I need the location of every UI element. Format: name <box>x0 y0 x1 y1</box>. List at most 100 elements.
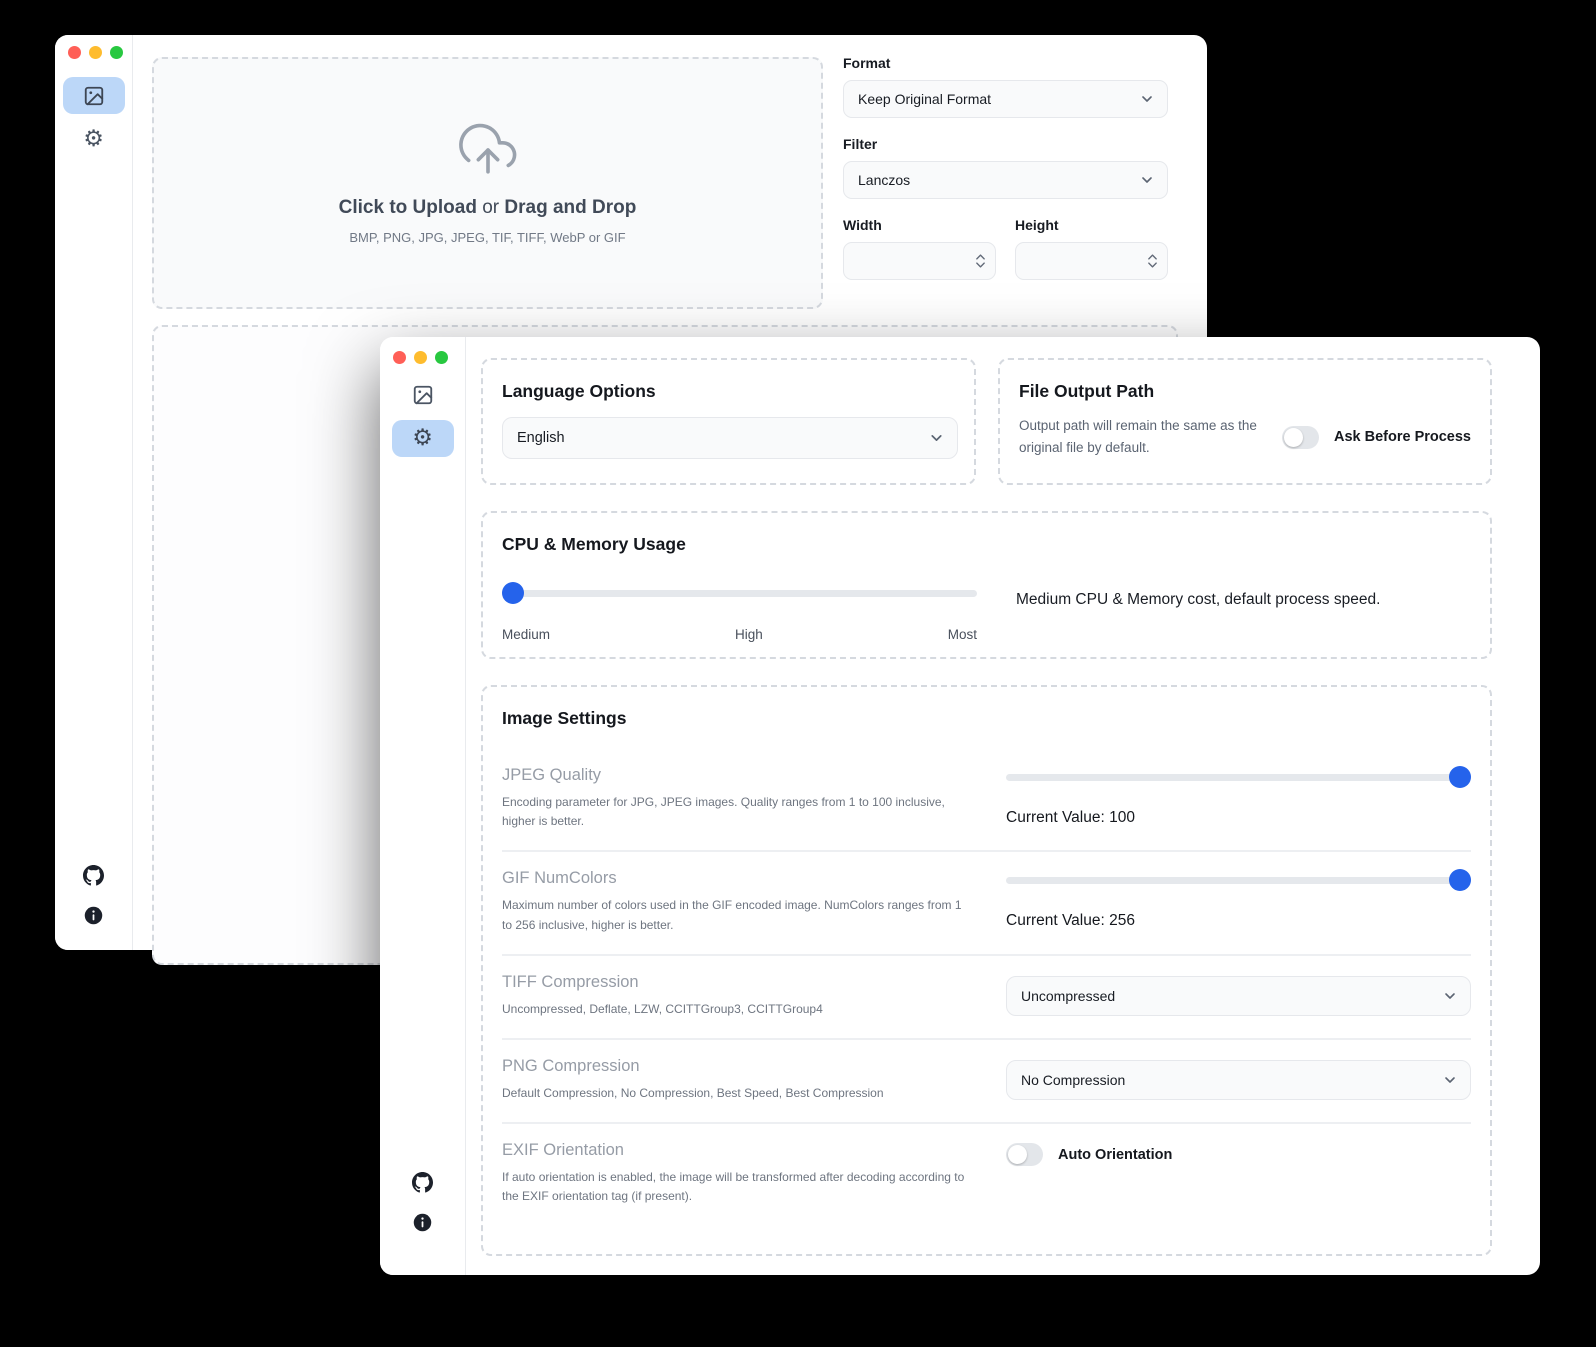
github-icon[interactable] <box>412 1172 433 1193</box>
slider-rail[interactable] <box>1006 877 1471 884</box>
close-button[interactable] <box>68 46 81 59</box>
picture-icon <box>83 85 105 107</box>
cloud-upload-icon <box>459 121 517 179</box>
upload-title-drag: Drag and Drop <box>504 197 636 218</box>
language-select-value: English <box>517 430 565 446</box>
sidebar-item-settings[interactable]: ⚙ <box>392 420 454 457</box>
chevron-down-icon <box>1442 988 1458 1004</box>
filter-select-value: Lanczos <box>858 172 910 188</box>
slider-thumb[interactable] <box>1449 869 1471 891</box>
sidebar: ⚙ <box>55 35 133 950</box>
auto-orientation-toggle[interactable] <box>1006 1143 1043 1166</box>
image-settings-title: Image Settings <box>502 708 1471 729</box>
sidebar-footer <box>412 1172 433 1233</box>
minimize-button[interactable] <box>414 351 427 364</box>
zoom-button[interactable] <box>435 351 448 364</box>
file-output-path-title: File Output Path <box>1019 381 1471 402</box>
tick-label-high: High <box>735 627 763 642</box>
close-button[interactable] <box>393 351 406 364</box>
image-settings-panel: Image Settings JPEG Quality Encoding par… <box>481 685 1492 1256</box>
chevron-down-icon <box>1139 91 1155 107</box>
tiff-compression-value: Uncompressed <box>1021 988 1115 1004</box>
gif-numcolors-current-value: Current Value: 256 <box>1006 912 1471 930</box>
tick-label-medium: Medium <box>502 627 550 642</box>
gif-numcolors-title: GIF NumColors <box>502 869 974 888</box>
ask-before-process-label: Ask Before Process <box>1334 429 1471 445</box>
language-options-title: Language Options <box>502 381 955 402</box>
gear-icon: ⚙ <box>412 427 433 450</box>
gif-numcolors-slider[interactable] <box>1006 869 1471 891</box>
jpeg-quality-current-value: Current Value: 100 <box>1006 809 1471 827</box>
cpu-memory-panel: CPU & Memory Usage Medium High Most Medi… <box>481 511 1492 659</box>
filter-select[interactable]: Lanczos <box>843 161 1168 199</box>
height-input[interactable] <box>1015 242 1168 280</box>
format-select-value: Keep Original Format <box>858 91 991 107</box>
sidebar-item-images[interactable] <box>63 77 125 114</box>
width-label: Width <box>843 217 996 233</box>
output-options-form: Format Keep Original Format Filter Lancz… <box>843 55 1168 280</box>
minimize-button[interactable] <box>89 46 102 59</box>
stepper-icon[interactable] <box>975 254 986 269</box>
info-icon[interactable] <box>83 905 104 926</box>
upload-title-or: or <box>477 197 504 218</box>
height-label: Height <box>1015 217 1168 233</box>
language-select[interactable]: English <box>502 417 958 459</box>
exif-orientation-row: EXIF Orientation If auto orientation is … <box>502 1122 1471 1225</box>
upload-supported-formats: BMP, PNG, JPG, JPEG, TIF, TIFF, WebP or … <box>349 230 625 245</box>
slider-rail[interactable] <box>1006 774 1471 781</box>
tiff-compression-description: Uncompressed, Deflate, LZW, CCITTGroup3,… <box>502 1000 974 1019</box>
toggle-knob <box>1284 428 1303 447</box>
cpu-memory-title: CPU & Memory Usage <box>502 534 1471 555</box>
upload-title-click: Click to Upload <box>339 197 477 218</box>
slider-thumb[interactable] <box>1449 766 1471 788</box>
file-output-path-panel: File Output Path Output path will remain… <box>998 358 1492 485</box>
file-output-path-description: Output path will remain the same as the … <box>1019 415 1261 460</box>
jpeg-quality-title: JPEG Quality <box>502 766 974 785</box>
sidebar-item-images[interactable] <box>392 376 454 413</box>
jpeg-quality-row: JPEG Quality Encoding parameter for JPG,… <box>502 749 1471 850</box>
cpu-memory-tick-labels: Medium High Most <box>502 627 977 642</box>
language-options-panel: Language Options English <box>481 358 976 485</box>
exif-orientation-title: EXIF Orientation <box>502 1141 974 1160</box>
png-compression-description: Default Compression, No Compression, Bes… <box>502 1084 974 1103</box>
chevron-down-icon <box>1442 1072 1458 1088</box>
stepper-icon[interactable] <box>1147 254 1158 269</box>
png-compression-select[interactable]: No Compression <box>1006 1060 1471 1100</box>
sidebar: ⚙ <box>380 337 466 1275</box>
upload-title: Click to Upload or Drag and Drop <box>339 197 637 219</box>
gif-numcolors-row: GIF NumColors Maximum number of colors u… <box>502 850 1471 953</box>
slider-thumb[interactable] <box>502 582 524 604</box>
upload-dropzone[interactable]: Click to Upload or Drag and Drop BMP, PN… <box>152 57 823 309</box>
exif-orientation-description: If auto orientation is enabled, the imag… <box>502 1168 974 1206</box>
toggle-knob <box>1008 1145 1027 1164</box>
format-label: Format <box>843 55 1168 71</box>
zoom-button[interactable] <box>110 46 123 59</box>
sidebar-item-settings[interactable]: ⚙ <box>63 121 125 158</box>
slider-rail[interactable] <box>502 590 977 597</box>
jpeg-quality-slider[interactable] <box>1006 766 1471 788</box>
github-icon[interactable] <box>83 865 104 886</box>
tiff-compression-title: TIFF Compression <box>502 973 974 992</box>
png-compression-title: PNG Compression <box>502 1057 974 1076</box>
settings-content: Language Options English File Output Pat… <box>466 337 1540 1275</box>
png-compression-row: PNG Compression Default Compression, No … <box>502 1038 1471 1122</box>
ask-before-process-toggle[interactable] <box>1282 426 1319 449</box>
info-icon[interactable] <box>412 1212 433 1233</box>
window-controls <box>68 46 123 59</box>
window-controls <box>393 351 448 364</box>
jpeg-quality-description: Encoding parameter for JPG, JPEG images.… <box>502 793 974 831</box>
filter-label: Filter <box>843 136 1168 152</box>
settings-window: ⚙ Language Options English File Output P… <box>380 337 1540 1275</box>
cpu-memory-status-text: Medium CPU & Memory cost, default proces… <box>1016 582 1380 642</box>
cpu-memory-slider[interactable] <box>502 582 977 604</box>
chevron-down-icon <box>1139 172 1155 188</box>
tick-label-most: Most <box>948 627 977 642</box>
png-compression-value: No Compression <box>1021 1072 1125 1088</box>
gear-icon: ⚙ <box>83 128 104 151</box>
tiff-compression-select[interactable]: Uncompressed <box>1006 976 1471 1016</box>
width-input[interactable] <box>843 242 996 280</box>
sidebar-footer <box>83 865 104 926</box>
chevron-down-icon <box>928 430 945 447</box>
picture-icon <box>412 384 434 406</box>
format-select[interactable]: Keep Original Format <box>843 80 1168 118</box>
